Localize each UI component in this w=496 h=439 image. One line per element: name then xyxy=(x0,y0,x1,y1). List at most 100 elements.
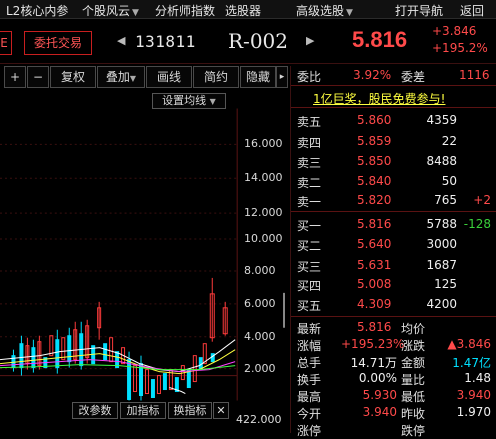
chevron-down-icon: ▼ xyxy=(129,74,137,83)
simple-mode-button[interactable]: 简约 xyxy=(193,66,239,88)
bid-label: 买五 xyxy=(297,299,322,313)
current-price: 5.816 xyxy=(352,27,408,52)
stat-label: 总手 xyxy=(297,356,322,370)
zoom-in-button[interactable]: + xyxy=(4,66,26,88)
stat-label: 最低 xyxy=(401,390,426,404)
total-volume: 14.71万 xyxy=(350,356,397,370)
open-value: 3.940 xyxy=(362,405,397,419)
change-params-button[interactable]: 改参数 xyxy=(72,402,118,419)
latest-price: 5.816 xyxy=(357,320,392,334)
stat-label: 最高 xyxy=(297,390,322,404)
trade-button[interactable]: 委托交易 xyxy=(24,31,92,55)
stock-name: R-002 xyxy=(228,29,288,53)
bid-price[interactable]: 5.816 xyxy=(357,217,391,231)
bid-price[interactable]: 5.631 xyxy=(357,258,391,272)
stat-label: 涨停 xyxy=(297,424,322,438)
change-value: ▲3.846 xyxy=(447,337,491,351)
amount-value: 1.47亿 xyxy=(452,356,491,370)
bid-delta: -128 xyxy=(463,217,491,231)
ask-label: 卖四 xyxy=(297,136,322,150)
fuquan-button[interactable]: 复权 xyxy=(50,66,96,88)
prev-stock-icon[interactable]: ◀ xyxy=(117,34,125,47)
ask-label: 卖二 xyxy=(297,176,322,190)
volume-axis-label: 422.000 xyxy=(236,413,282,426)
chevron-down-icon: ▼ xyxy=(209,97,216,106)
menu-analyst-index[interactable]: 分析师指数 xyxy=(155,2,215,19)
set-ma-dropdown[interactable]: 设置均线 ▼ xyxy=(152,93,226,109)
ask-price[interactable]: 5.860 xyxy=(357,113,391,127)
menu-l2-core[interactable]: L2核心内参 xyxy=(6,2,68,19)
chart-scrollbar[interactable] xyxy=(283,292,285,328)
ask-label: 卖三 xyxy=(297,156,322,170)
expand-icon[interactable]: ▸ xyxy=(276,66,288,88)
weibi-value: 3.92% xyxy=(353,68,392,82)
stat-label: 量比 xyxy=(401,373,426,387)
y-tick: 14.000 xyxy=(244,171,283,184)
bid-label: 买一 xyxy=(297,219,322,233)
bid-volume: 1687 xyxy=(426,258,457,272)
top-menu-bar: L2核心内参 个股风云 ▼ 分析师指数 选股器 高级选股 ▼ 打开导航 返回 xyxy=(0,0,496,19)
y-tick: 2.000 xyxy=(244,362,276,375)
stat-label: 最新 xyxy=(297,322,322,336)
volume-ratio-value: 1.48 xyxy=(464,371,491,385)
next-stock-icon[interactable]: ▶ xyxy=(306,34,314,47)
bid-label: 买二 xyxy=(297,239,322,253)
promo-link[interactable]: 1亿巨奖，股民免费参与! xyxy=(313,90,445,107)
swap-indicator-button[interactable]: 换指标 xyxy=(168,402,212,419)
ask-volume: 8488 xyxy=(426,154,457,168)
ask-volume: 22 xyxy=(441,134,457,148)
zoom-out-button[interactable]: − xyxy=(27,66,49,88)
menu-stock-news[interactable]: 个股风云 ▼ xyxy=(82,2,139,19)
y-tick: 10.000 xyxy=(244,232,283,245)
bid-label: 买三 xyxy=(297,260,322,274)
y-tick: 16.000 xyxy=(244,137,283,150)
stat-label: 换手 xyxy=(297,373,322,387)
menu-stock-picker[interactable]: 选股器 xyxy=(225,2,261,19)
weicha-label: 委差 xyxy=(401,70,426,84)
ask-label: 卖一 xyxy=(297,195,322,209)
stat-label: 跌停 xyxy=(401,424,426,438)
y-tick: 6.000 xyxy=(244,297,276,310)
bid-price[interactable]: 5.640 xyxy=(357,237,391,251)
stock-code: 131811 xyxy=(135,32,196,51)
hide-button[interactable]: 隐藏 xyxy=(240,66,276,88)
ask-volume: 4359 xyxy=(426,113,457,127)
ask-price[interactable]: 5.820 xyxy=(357,193,391,207)
chart-toolbar: + − 复权 叠加▼ 画线 简约 隐藏 ▸ xyxy=(0,66,290,88)
bid-label: 买四 xyxy=(297,279,322,293)
stat-label: 昨收 xyxy=(401,407,426,421)
side-button[interactable]: E xyxy=(0,31,12,55)
low-value: 3.940 xyxy=(456,388,491,402)
bid-price[interactable]: 5.008 xyxy=(357,277,391,291)
menu-back[interactable]: 返回 xyxy=(460,2,484,19)
ask-label: 卖五 xyxy=(297,115,322,129)
ask-volume: 765 xyxy=(434,193,457,207)
turnover-value: 0.00% xyxy=(358,371,397,385)
bid-price[interactable]: 4.309 xyxy=(357,297,391,311)
ask-price[interactable]: 5.859 xyxy=(357,134,391,148)
add-indicator-button[interactable]: 加指标 xyxy=(120,402,166,419)
y-tick: 4.000 xyxy=(244,330,276,343)
stat-label: 金额 xyxy=(401,356,426,370)
bid-volume: 4200 xyxy=(426,297,457,311)
kline-chart[interactable] xyxy=(0,108,285,401)
change-pct-value: +195.23% xyxy=(341,337,405,351)
ask-price[interactable]: 5.840 xyxy=(357,174,391,188)
y-tick: 8.000 xyxy=(244,264,276,277)
overlay-button[interactable]: 叠加▼ xyxy=(97,66,145,88)
ask-volume: 50 xyxy=(441,174,457,188)
ask-delta: +2 xyxy=(473,193,491,207)
menu-open-nav[interactable]: 打开导航 xyxy=(395,2,443,19)
weibi-label: 委比 xyxy=(297,70,322,84)
bid-volume: 125 xyxy=(434,277,457,291)
stat-label: 涨幅 xyxy=(297,339,322,353)
ask-price[interactable]: 5.850 xyxy=(357,154,391,168)
close-icon[interactable]: ✕ xyxy=(213,402,229,419)
stat-label: 均价 xyxy=(401,322,426,336)
bid-volume: 3000 xyxy=(426,237,457,251)
chevron-down-icon: ▼ xyxy=(346,8,353,18)
weicha-value: 1116 xyxy=(459,68,490,82)
bid-volume: 5788 xyxy=(426,217,457,231)
menu-advanced-pick[interactable]: 高级选股 ▼ xyxy=(296,2,353,19)
draw-line-button[interactable]: 画线 xyxy=(146,66,192,88)
